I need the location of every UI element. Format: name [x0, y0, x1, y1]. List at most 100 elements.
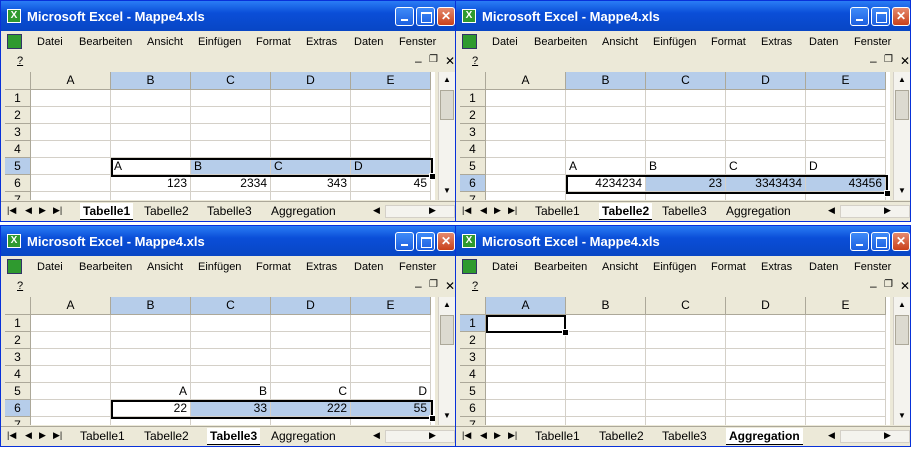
workbook-icon[interactable]: [7, 34, 22, 49]
cell-A2[interactable]: [31, 332, 111, 349]
excel-window-1[interactable]: X Microsoft Excel - Mappe4.xls ✕ Datei Bearb…: [0, 0, 456, 222]
cell-B7[interactable]: [111, 192, 191, 200]
cell-D2[interactable]: [726, 332, 806, 349]
column-header-B[interactable]: B: [111, 72, 191, 90]
vertical-scrollbar[interactable]: ▲ ▼: [438, 72, 455, 200]
row-header-2[interactable]: 2: [460, 332, 486, 349]
menu-item-3[interactable]: Einfügen: [653, 36, 696, 48]
column-header-D[interactable]: D: [726, 72, 806, 90]
doc-close-icon[interactable]: ✕: [900, 279, 910, 293]
row-header-7[interactable]: 7: [5, 417, 31, 425]
prev-sheet-icon[interactable]: ◀: [25, 430, 32, 441]
spreadsheet-grid[interactable]: A B C D E 1 2 3 4 5 A B C D 6 123 2334 343 45 7: [5, 72, 435, 200]
tab-aggregation[interactable]: Aggregation: [726, 428, 803, 445]
fill-handle[interactable]: [429, 415, 435, 422]
cell-A3[interactable]: [31, 124, 111, 141]
menu-item-4[interactable]: Format: [256, 261, 291, 273]
cell-C4[interactable]: [191, 141, 271, 158]
next-sheet-icon[interactable]: ▶: [39, 205, 46, 216]
row-header-3[interactable]: 3: [460, 124, 486, 141]
cell-A4[interactable]: [31, 141, 111, 158]
column-header-C[interactable]: C: [191, 297, 271, 315]
cell-B5[interactable]: A: [566, 158, 646, 175]
doc-close-icon[interactable]: ✕: [900, 54, 910, 68]
scroll-up-icon[interactable]: ▲: [440, 299, 454, 311]
cell-E3[interactable]: [806, 349, 886, 366]
row-header-1[interactable]: 1: [460, 90, 486, 107]
cell-A6[interactable]: [486, 175, 566, 192]
horizontal-scrollbar[interactable]: [840, 430, 910, 443]
row-header-6[interactable]: 6: [5, 400, 31, 417]
row-header-5[interactable]: 5: [460, 158, 486, 175]
column-header-E[interactable]: E: [351, 297, 431, 315]
scroll-thumb[interactable]: [895, 315, 909, 345]
last-sheet-icon[interactable]: ▶|: [508, 205, 517, 216]
excel-app-icon[interactable]: X: [7, 9, 21, 23]
row-header-5[interactable]: 5: [460, 383, 486, 400]
horizontal-scrollbar[interactable]: [385, 205, 455, 218]
cell-C3[interactable]: [646, 124, 726, 141]
row-header-1[interactable]: 1: [5, 90, 31, 107]
title-bar[interactable]: X Microsoft Excel - Mappe4.xls ✕: [456, 1, 910, 31]
cell-E1[interactable]: [806, 90, 886, 107]
cell-D5[interactable]: C: [726, 158, 806, 175]
cell-B1[interactable]: [566, 315, 646, 332]
row-header-3[interactable]: 3: [5, 124, 31, 141]
doc-restore-icon[interactable]: ❐: [884, 279, 893, 290]
cell-C6[interactable]: 2334: [191, 175, 271, 192]
cell-C4[interactable]: [191, 366, 271, 383]
minimize-button[interactable]: [850, 7, 869, 26]
cell-D6[interactable]: 343: [271, 175, 351, 192]
cell-D4[interactable]: [726, 141, 806, 158]
menu-item-7[interactable]: Fenster: [399, 36, 436, 48]
column-header-A[interactable]: A: [31, 297, 111, 315]
row-header-4[interactable]: 4: [5, 366, 31, 383]
cell-D1[interactable]: [726, 90, 806, 107]
menu-item-3[interactable]: Einfügen: [198, 261, 241, 273]
cell-A6[interactable]: [486, 400, 566, 417]
menu-item-5[interactable]: Extras: [306, 36, 337, 48]
horizontal-scrollbar[interactable]: [840, 205, 910, 218]
spreadsheet-grid[interactable]: A B C D E 1 2 3 4 5 A B C D 6 22 33 222 55 7: [5, 297, 435, 425]
select-all-corner[interactable]: [5, 297, 31, 315]
menu-item-7[interactable]: Fenster: [854, 261, 891, 273]
cell-B4[interactable]: [111, 366, 191, 383]
cell-B3[interactable]: [111, 349, 191, 366]
cell-B5[interactable]: [566, 383, 646, 400]
tab-aggregation[interactable]: Aggregation: [726, 203, 791, 219]
cell-C3[interactable]: [191, 124, 271, 141]
cell-E7[interactable]: [806, 417, 886, 425]
scroll-down-icon[interactable]: ▼: [895, 185, 909, 197]
cell-D3[interactable]: [271, 349, 351, 366]
row-header-6[interactable]: 6: [5, 175, 31, 192]
column-header-A[interactable]: A: [486, 297, 566, 315]
column-header-B[interactable]: B: [566, 72, 646, 90]
next-sheet-icon[interactable]: ▶: [39, 430, 46, 441]
excel-app-icon[interactable]: X: [462, 9, 476, 23]
cell-D3[interactable]: [726, 349, 806, 366]
scroll-down-icon[interactable]: ▼: [440, 185, 454, 197]
fill-handle[interactable]: [429, 173, 435, 180]
title-bar[interactable]: X Microsoft Excel - Mappe4.xls ✕: [456, 226, 910, 256]
scroll-thumb[interactable]: [440, 315, 454, 345]
menu-item-6[interactable]: Daten: [809, 261, 838, 273]
tab-tabelle2[interactable]: Tabelle2: [599, 428, 644, 444]
title-bar[interactable]: X Microsoft Excel - Mappe4.xls ✕: [1, 1, 455, 31]
menu-item-6[interactable]: Daten: [354, 261, 383, 273]
select-all-corner[interactable]: [460, 297, 486, 315]
cell-D5[interactable]: C: [271, 383, 351, 400]
doc-restore-icon[interactable]: ❐: [884, 54, 893, 65]
cell-C3[interactable]: [191, 349, 271, 366]
cell-E5[interactable]: D: [806, 158, 886, 175]
horizontal-scrollbar[interactable]: [385, 430, 455, 443]
cell-A1[interactable]: [31, 90, 111, 107]
tab-tabelle3[interactable]: Tabelle3: [662, 428, 707, 444]
cell-B2[interactable]: [111, 332, 191, 349]
cell-A2[interactable]: [486, 332, 566, 349]
cell-E4[interactable]: [351, 141, 431, 158]
scroll-left-icon[interactable]: ◀: [373, 205, 380, 216]
tab-tabelle2[interactable]: Tabelle2: [144, 428, 189, 444]
cell-E4[interactable]: [351, 366, 431, 383]
doc-restore-icon[interactable]: ❐: [429, 279, 438, 290]
column-header-E[interactable]: E: [351, 72, 431, 90]
